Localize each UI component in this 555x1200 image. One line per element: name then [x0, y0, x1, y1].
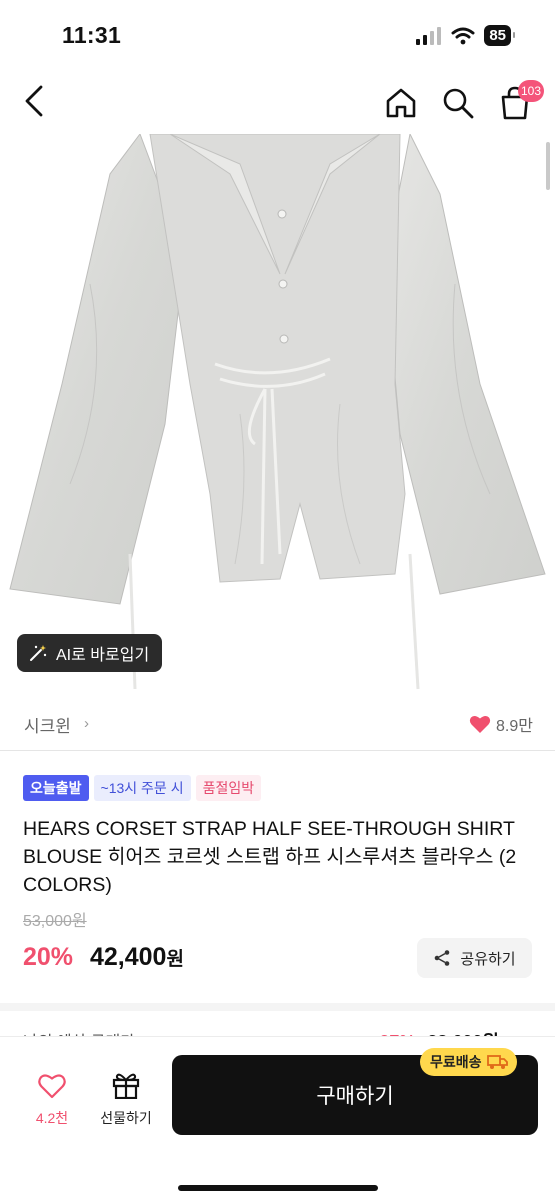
badge-order-time: ~13시 주문 시 [93, 775, 191, 801]
cart-count-badge: 103 [518, 80, 545, 102]
sale-price-currency: 원 [166, 949, 184, 970]
status-bar: 11:31 85 [0, 0, 555, 70]
heart-outline-icon [38, 1074, 66, 1099]
wishlist-count: 4.2천 [35, 1110, 69, 1126]
section-separator [0, 1003, 555, 1011]
back-arrow-icon[interactable] [20, 84, 50, 118]
wishlist-button[interactable]: 4.2천 [24, 1073, 80, 1133]
gift-icon [112, 1073, 140, 1100]
magic-wand-icon [30, 645, 47, 661]
chevron-right-icon: › [84, 715, 89, 732]
gift-label: 선물하기 [100, 1110, 152, 1126]
home-indicator [178, 1185, 378, 1191]
badge-today-shipping: 오늘출발 [23, 775, 89, 801]
nav-bar [0, 72, 555, 134]
battery-indicator: 85 [484, 25, 515, 46]
home-icon[interactable] [384, 86, 418, 120]
badge-sold-out-soon: 품절임박 [195, 775, 262, 801]
wifi-icon [451, 27, 475, 44]
signal-icon [416, 26, 442, 45]
free-shipping-badge: 무료배송 [420, 1048, 517, 1076]
sale-price: 42,400원 [90, 943, 184, 972]
bottom-action-bar: 4.2천 선물하기 구매하기 무료배송 [0, 1036, 555, 1200]
free-shipping-label: 무료배송 [430, 1054, 482, 1070]
blouse-illustration [9, 134, 546, 690]
product-badges: 오늘출발 ~13시 주문 시 품절임박 [23, 775, 262, 801]
discount-rate: 20% [23, 943, 74, 971]
gift-button[interactable]: 선물하기 [90, 1071, 162, 1133]
search-icon[interactable] [441, 86, 475, 120]
product-image[interactable] [0, 134, 555, 696]
ai-button-label: AI로 바로입기 [56, 647, 150, 664]
divider [0, 750, 555, 751]
brand-name-link[interactable]: 시크윈 [24, 712, 71, 737]
status-time: 11:31 [62, 22, 122, 48]
status-icons: 85 [416, 25, 515, 46]
brand-row: 시크윈 › 8.9만 [0, 706, 555, 740]
share-button[interactable]: 공유하기 [417, 938, 532, 978]
product-title: HEARS CORSET STRAP HALF SEE-THROUGH SHIR… [23, 818, 517, 896]
sale-price-value: 42,400 [90, 943, 167, 971]
scroll-indicator[interactable] [546, 142, 550, 190]
share-icon [435, 950, 450, 966]
share-label: 공유하기 [460, 950, 516, 968]
heart-filled-icon [469, 715, 491, 733]
truck-icon [486, 1055, 508, 1069]
like-count-text: 8.9만 [496, 718, 533, 735]
brand-like-count[interactable]: 8.9만 [469, 712, 533, 736]
original-price: 53,000원 [23, 913, 87, 930]
ai-try-on-button[interactable]: AI로 바로입기 [17, 634, 163, 672]
buy-button-label: 구매하기 [316, 1085, 394, 1108]
